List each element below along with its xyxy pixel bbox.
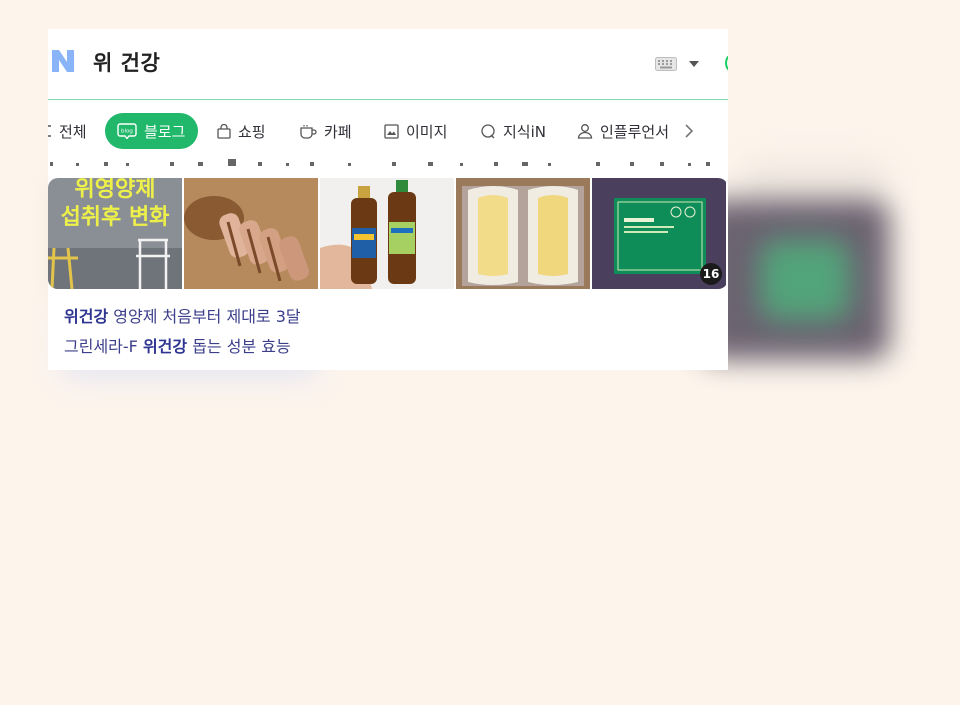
knowledge-icon bbox=[480, 123, 496, 139]
tab-label: 블로그 bbox=[144, 122, 186, 141]
result-keyword: 위건강 bbox=[64, 307, 109, 326]
chevron-right-icon[interactable] bbox=[684, 123, 694, 139]
image-icon bbox=[384, 123, 399, 139]
search-query-text[interactable]: 위 건강 bbox=[93, 47, 160, 77]
tab-blog[interactable]: blog 블로그 bbox=[105, 113, 199, 149]
shopping-bag-icon bbox=[217, 123, 231, 139]
result-title-text: 영양제 처음부터 제대로 3달 bbox=[108, 307, 301, 326]
blog-badge-text: blog bbox=[121, 129, 133, 135]
keyboard-icon[interactable] bbox=[655, 57, 677, 71]
blog-icon: blog bbox=[117, 123, 137, 139]
tab-images[interactable]: 이미지 bbox=[384, 113, 447, 149]
search-header: 위 건강 bbox=[48, 29, 728, 100]
clipped-text-row bbox=[50, 159, 710, 166]
cafe-cup-icon bbox=[299, 124, 317, 139]
green-ring-icon[interactable] bbox=[725, 54, 728, 72]
result-keyword: 위건강 bbox=[142, 337, 188, 356]
result-link[interactable]: 그린세라-F 위건강 돕는 성분 효능 bbox=[64, 333, 291, 357]
tab-label: 인플루언서 bbox=[600, 122, 670, 141]
tab-label: 쇼핑 bbox=[238, 122, 266, 141]
tab-cafe[interactable]: 카페 bbox=[299, 113, 352, 149]
tab-influencer[interactable]: 인플루언서 bbox=[577, 113, 669, 149]
tab-label: 이미지 bbox=[406, 122, 448, 141]
thumbnail-image[interactable] bbox=[320, 178, 454, 289]
thumbnail-image[interactable]: 16 bbox=[592, 178, 726, 289]
tab-shopping[interactable]: 쇼핑 bbox=[217, 113, 266, 149]
image-thumbnail-strip: 위영양제 섭취후 변화 16 bbox=[48, 178, 728, 289]
thumbnail-image[interactable] bbox=[184, 178, 318, 289]
thumbnail-overlay-text: 섭취후 변화 bbox=[61, 205, 170, 230]
naver-logo-icon[interactable] bbox=[50, 48, 76, 74]
tab-knowledge-in[interactable]: 지식iN bbox=[480, 113, 546, 149]
tab-label: 전체 bbox=[59, 122, 87, 141]
result-title-prefix: 그린세라-F bbox=[64, 337, 143, 356]
thumbnail-image[interactable]: 위영양제 섭취후 변화 bbox=[48, 178, 182, 289]
thumbnail-overlay-text: 위영양제 bbox=[75, 178, 156, 202]
search-result-panel: 위 건강 전체 blog 블로그 쇼핑 카페 이미지 지식iN 인플루언서 위영… bbox=[48, 29, 728, 370]
person-icon bbox=[577, 123, 593, 139]
all-icon bbox=[48, 124, 52, 138]
tab-label: 지식iN bbox=[503, 122, 546, 141]
more-images-count-badge: 16 bbox=[700, 263, 722, 285]
result-title-text: 돕는 성분 효능 bbox=[187, 337, 291, 356]
caret-down-icon[interactable] bbox=[689, 61, 699, 67]
thumbnail-image[interactable] bbox=[456, 178, 590, 289]
result-link[interactable]: 위건강 영양제 처음부터 제대로 3달 bbox=[64, 303, 301, 327]
search-category-tabs: 전체 blog 블로그 쇼핑 카페 이미지 지식iN 인플루언서 bbox=[48, 111, 728, 151]
tab-label: 카페 bbox=[324, 122, 352, 141]
tab-all[interactable]: 전체 bbox=[48, 113, 87, 149]
